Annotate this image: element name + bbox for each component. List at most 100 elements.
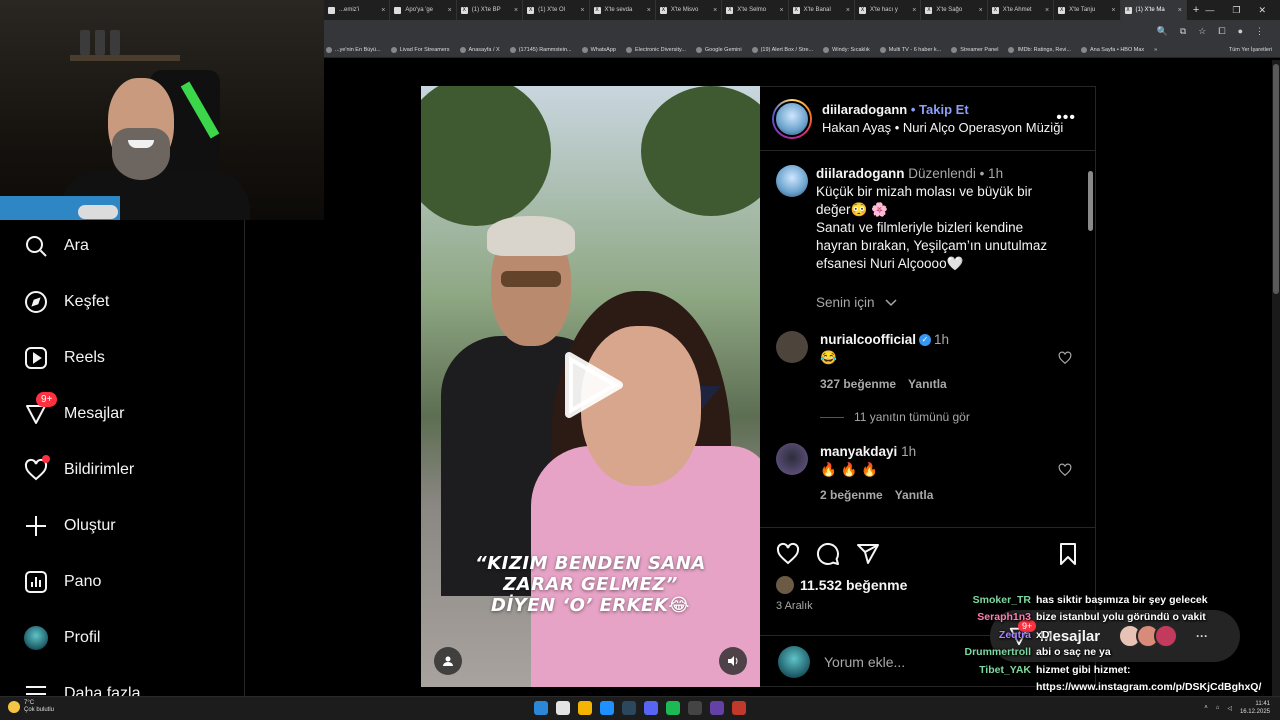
reply-link[interactable]: Yanıtla [895,488,934,502]
minimize-button[interactable]: — [1205,5,1214,16]
app-icon[interactable] [732,701,746,715]
windows-start-icon[interactable] [534,701,548,715]
bookmark-item[interactable]: Livad For Streamers [390,46,450,53]
avatar[interactable] [776,443,808,475]
weather-widget[interactable]: 7°C Çok bulutlu [8,700,54,714]
bookmark-star-icon[interactable]: ☆ [1198,26,1206,37]
post-video[interactable]: “KIZIM BENDEN SANA ZARAR GELMEZ” DİYEN ‘… [421,86,760,687]
bookmark-item[interactable]: Multi TV - 6 haber k... [879,46,941,53]
tab-close-icon[interactable]: × [1178,7,1182,14]
like-comment-heart-icon[interactable] [1058,351,1072,365]
tray-chevron-icon[interactable]: ˄ [1204,705,1208,711]
tab-close-icon[interactable]: × [514,7,518,14]
tab-close-icon[interactable]: × [1111,7,1115,14]
browser-tab[interactable]: ...emiz'i × [324,0,391,20]
bookmark-item[interactable]: Anasayfa / X [459,46,500,53]
all-bookmarks-button[interactable]: Tüm Yer İşaretleri [1229,47,1280,53]
tagged-user-button[interactable] [434,647,462,675]
close-window-button[interactable]: ✕ [1258,5,1266,16]
translate-link[interactable]: Senin için [816,295,897,310]
save-bookmark-icon[interactable] [1056,542,1080,566]
extensions-icon[interactable]: ⧠ [1218,26,1225,37]
cast-icon[interactable]: ⧉ [1180,26,1186,37]
bookmarks-overflow-button[interactable]: » [1154,47,1157,53]
profile-icon[interactable]: ● [1238,26,1243,36]
view-replies-link[interactable]: 11 yanıtın tümünü gör [820,410,970,424]
sidebar-item-create[interactable]: Oluştur [24,514,116,538]
share-icon[interactable] [856,542,880,566]
avatar[interactable] [776,331,808,363]
likes-row[interactable]: 11.532 beğenme [776,576,907,594]
bookmark-item[interactable]: Streamer Panel [951,46,998,53]
maximize-button[interactable]: ❐ [1232,5,1240,16]
avatar[interactable] [776,165,808,197]
comment-username[interactable]: nurialcoofficial [820,332,916,347]
comment-input[interactable]: Yorum ekle... [824,654,905,670]
tab-close-icon[interactable]: × [448,7,452,14]
author-username[interactable]: diilaradogann [822,102,907,117]
like-comment-heart-icon[interactable] [1058,463,1072,477]
audio-track[interactable]: Hakan Ayaş • Nuri Alço Operasyon Müziği [822,119,1063,137]
clock[interactable]: 11:41 16.12.2025 [1240,700,1270,716]
discord-icon[interactable] [644,701,658,715]
app-icon[interactable] [688,701,702,715]
search-icon[interactable] [556,701,570,715]
browser-tab[interactable]: X X'te hacı y × [855,0,922,20]
browser-tab[interactable]: X (1) X'te Ma × [1120,0,1187,20]
bookmark-item[interactable]: Ana Sayfa • HBO Max [1080,46,1144,53]
avatar[interactable] [772,98,812,139]
bookmark-item[interactable]: (19) Alert Box / Stre... [751,46,813,53]
tab-close-icon[interactable]: × [381,7,385,14]
follow-button[interactable]: Takip Et [919,102,969,117]
bookmark-item[interactable]: Windy: Sıcaklık [823,46,870,53]
bookmark-item[interactable]: WhatsApp [581,46,616,53]
network-icon[interactable]: ⌂ [1216,705,1220,711]
new-tab-button[interactable]: + [1187,4,1205,16]
like-heart-icon[interactable] [776,542,800,566]
comment-likes[interactable]: 327 beğenme [820,377,896,391]
browser-tab[interactable]: X X'te Tanju × [1054,0,1121,20]
mute-button[interactable] [719,647,747,675]
tab-close-icon[interactable]: × [846,7,850,14]
browser-tab[interactable]: X X'te Selmo × [722,0,789,20]
spotify-icon[interactable] [666,701,680,715]
comment-likes[interactable]: 2 beğenme [820,488,883,502]
browser-tab[interactable]: X X'te sevda × [590,0,656,20]
sidebar-item-notifications[interactable]: Bildirimler [24,455,134,482]
bookmark-item[interactable]: (17145) Rammstein... [509,46,572,53]
reply-link[interactable]: Yanıtla [908,377,947,391]
bookmark-item[interactable]: ...ye'nin En Büyü... [326,46,381,53]
browser-tab[interactable]: X X'te Ahmet × [988,0,1055,20]
sidebar-item-profile[interactable]: Profil [24,626,100,650]
tab-close-icon[interactable]: × [647,7,651,14]
sidebar-item-search[interactable]: Ara [24,234,89,258]
browser-tab[interactable]: X (1) X'te BP × [457,0,524,20]
browser-menu-icon[interactable]: ⋮ [1255,26,1264,37]
browser-tab[interactable]: X (1) X'te Ol × [523,0,590,20]
sidebar-item-messages[interactable]: 9+ Mesajlar [24,392,124,426]
caption-username[interactable]: diilaradogann [816,166,905,181]
browser-tab[interactable]: Apo'ya 'ge × [390,0,457,20]
play-icon[interactable] [563,352,623,418]
sidebar-item-explore[interactable]: Keşfet [24,290,109,314]
app-icon[interactable] [600,701,614,715]
app-icon[interactable] [710,701,724,715]
bookmark-item[interactable]: IMDb: Ratings, Revi... [1008,46,1071,53]
tab-close-icon[interactable]: × [1045,7,1049,14]
comments-scrollbar[interactable] [1088,157,1093,527]
chrome-icon[interactable] [578,701,592,715]
browser-tab[interactable]: X X'te Sağo × [921,0,988,20]
tab-close-icon[interactable]: × [580,7,584,14]
comment-bubble-icon[interactable] [816,542,840,566]
browser-tab[interactable]: X X'te Banal × [789,0,855,20]
browser-tab[interactable]: X X'te Misvo × [656,0,723,20]
zoom-icon[interactable]: 🔍 [1157,26,1168,37]
tab-close-icon[interactable]: × [912,7,916,14]
bookmark-item[interactable]: Google Gemini [695,46,742,53]
tab-close-icon[interactable]: × [780,7,784,14]
tab-close-icon[interactable]: × [713,7,717,14]
comment-username[interactable]: manyakdayi [820,444,897,459]
tab-close-icon[interactable]: × [979,7,983,14]
volume-icon[interactable]: ◁ [1227,705,1232,712]
sidebar-item-dashboard[interactable]: Pano [24,570,101,594]
